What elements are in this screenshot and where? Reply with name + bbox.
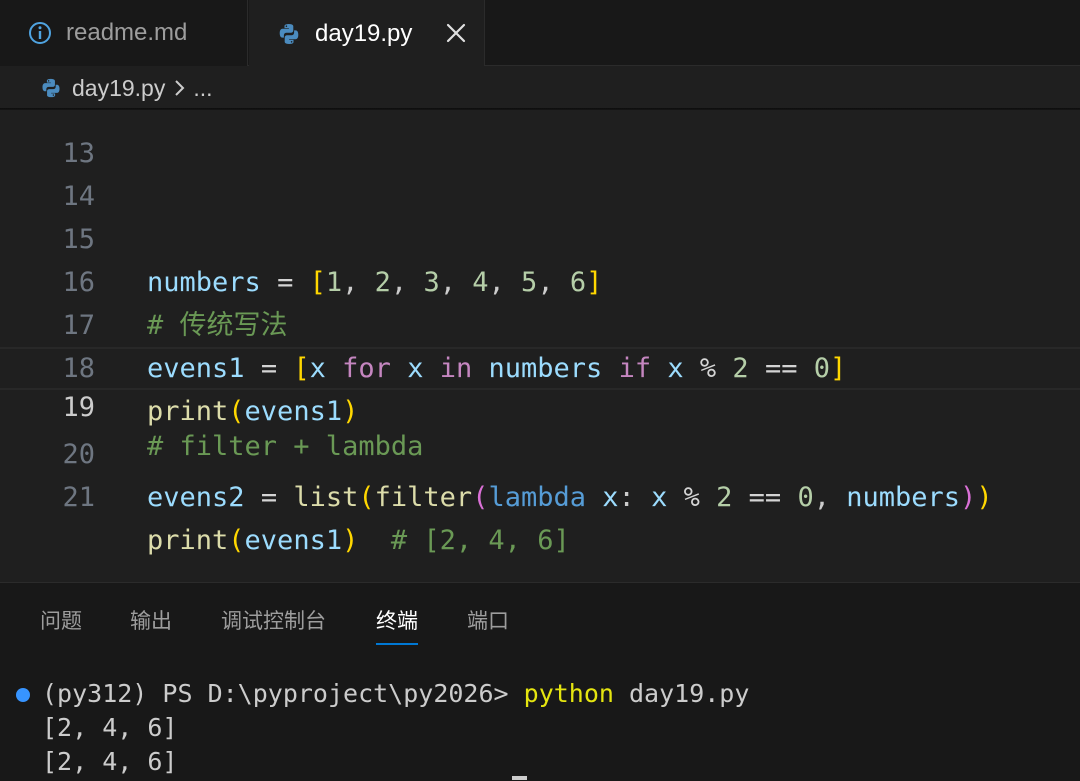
editor-tab-bar: readme.md day19.py — [0, 0, 1080, 67]
info-icon — [28, 21, 52, 45]
code-line-20: 20 evens2 = list(filter(lambda x: x % 2 … — [0, 390, 1080, 513]
code-line-partial: 13 — [0, 110, 1080, 169]
chevron-right-icon — [173, 77, 187, 99]
command-status-dot — [16, 688, 30, 702]
tab-ports[interactable]: 端口 — [467, 605, 509, 635]
tab-day19-label: day19.py — [315, 19, 413, 47]
code-text: evens2 = list(filter(lambda x: x % 2 == … — [147, 482, 993, 513]
code-line-17: 17 evens1 = [x for x in numbers if x % 2… — [0, 261, 1080, 384]
code-text: print(evens1) # [2, 4, 6] — [147, 525, 570, 556]
close-tab-button[interactable] — [444, 21, 468, 45]
line-number: 21 — [62, 482, 95, 513]
code-line-21: 21 print(evens1) # [2, 4, 6] — [0, 433, 1080, 556]
terminal-command-args: day19.py — [613, 679, 750, 708]
python-icon — [277, 22, 301, 46]
breadcrumb-more[interactable]: ... — [193, 75, 212, 102]
terminal-cursor — [512, 776, 527, 780]
breadcrumb: day19.py ... — [0, 66, 1080, 110]
code-line-16: 16 # 传统写法 — [0, 218, 1080, 341]
code-line-18: 18 print(evens1) — [0, 304, 1080, 427]
terminal-output-line: [2, 4, 6] — [42, 713, 178, 742]
breadcrumb-file[interactable]: day19.py — [72, 75, 165, 102]
code-line-14: 14 — [0, 132, 1080, 212]
panel-tab-bar: 问题 输出 调试控制台 终端 端口 — [0, 583, 1080, 655]
tab-output[interactable]: 输出 — [130, 605, 172, 635]
terminal-output-line: [2, 4, 6] — [42, 747, 178, 776]
tab-problems[interactable]: 问题 — [40, 605, 82, 635]
terminal-prompt: (py312) PS D:\pyproject\py2026> — [42, 679, 524, 708]
python-icon — [40, 77, 62, 99]
close-icon — [446, 23, 466, 43]
tab-day19[interactable]: day19.py — [249, 0, 485, 67]
tab-readme[interactable]: readme.md — [0, 0, 248, 66]
tab-readme-label: readme.md — [66, 19, 188, 46]
bottom-panel: 问题 输出 调试控制台 终端 端口 (py312) PS D:\pyprojec… — [0, 582, 1080, 781]
code-editor[interactable]: 13 14 15 numbers = [1, 2, 3, 4, 5, 6] 16… — [0, 110, 1080, 582]
code-line-19: 19 # filter + lambda — [0, 347, 1080, 462]
tab-terminal[interactable]: 终端 — [376, 605, 418, 645]
terminal[interactable]: (py312) PS D:\pyproject\py2026> python d… — [0, 673, 1080, 781]
tab-debug-console[interactable]: 调试控制台 — [221, 605, 326, 635]
code-line-15: 15 numbers = [1, 2, 3, 4, 5, 6] — [0, 175, 1080, 298]
vscode-window: readme.md day19.py day19.py ... 13 14 15… — [0, 0, 1080, 781]
terminal-command-line: (py312) PS D:\pyproject\py2026> python d… — [42, 677, 749, 711]
terminal-command-exec: python — [523, 679, 614, 708]
